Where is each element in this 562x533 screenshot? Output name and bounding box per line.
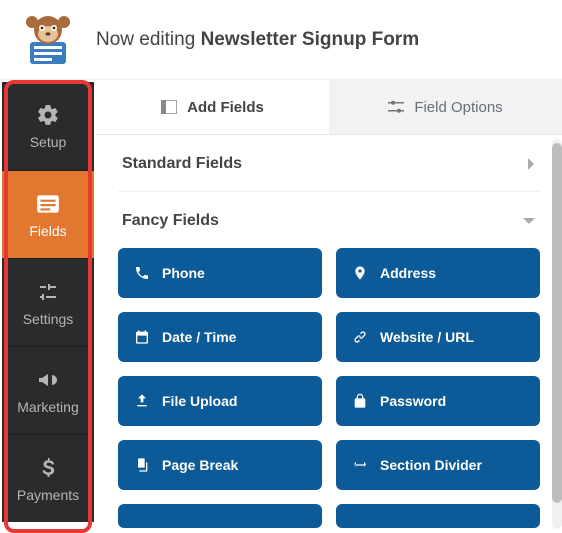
group-fancy-fields: Fancy Fields Phone Address bbox=[118, 192, 540, 533]
sliders-icon bbox=[35, 279, 61, 305]
field-partial-row[interactable] bbox=[336, 504, 540, 528]
app-window: Now editing Newsletter Signup Form Setup… bbox=[0, 0, 562, 533]
wpforms-mascot-icon bbox=[20, 14, 76, 66]
field-label: Section Divider bbox=[380, 457, 482, 473]
group-header-fancy[interactable]: Fancy Fields bbox=[118, 192, 540, 248]
form-fields-icon bbox=[35, 191, 61, 217]
sidebar-item-label: Setup bbox=[30, 134, 67, 150]
sidebar-item-marketing[interactable]: Marketing bbox=[2, 346, 94, 434]
fancy-fields-grid: Phone Address Date / Time Websit bbox=[118, 248, 540, 533]
scrollbar-thumb[interactable] bbox=[552, 143, 562, 503]
dollar-icon bbox=[35, 455, 61, 481]
megaphone-icon bbox=[35, 367, 61, 393]
sidebar-item-label: Marketing bbox=[17, 399, 78, 415]
lock-icon bbox=[352, 393, 368, 409]
phone-icon bbox=[134, 265, 150, 281]
sidebar-item-settings[interactable]: Settings bbox=[2, 258, 94, 346]
field-file-upload[interactable]: File Upload bbox=[118, 376, 322, 426]
group-header-standard[interactable]: Standard Fields bbox=[118, 135, 540, 191]
field-label: Date / Time bbox=[162, 329, 236, 345]
scrollbar-track[interactable] bbox=[552, 139, 562, 529]
field-section-divider[interactable]: Section Divider bbox=[336, 440, 540, 490]
group-standard-fields: Standard Fields bbox=[118, 135, 540, 192]
body: Setup Fields Settings bbox=[0, 80, 562, 533]
options-sliders-icon bbox=[388, 100, 404, 114]
main-panel: Add Fields Field Options Standard Fields bbox=[96, 80, 562, 533]
field-label: File Upload bbox=[162, 393, 237, 409]
sidebar-item-payments[interactable]: Payments bbox=[2, 434, 94, 522]
sidebar-item-label: Fields bbox=[29, 223, 66, 239]
field-address[interactable]: Address bbox=[336, 248, 540, 298]
tab-add-fields[interactable]: Add Fields bbox=[96, 80, 329, 134]
field-partial-row[interactable] bbox=[118, 504, 322, 528]
field-label: Phone bbox=[162, 265, 205, 281]
tab-field-options[interactable]: Field Options bbox=[329, 80, 562, 134]
field-phone[interactable]: Phone bbox=[118, 248, 322, 298]
field-label: Password bbox=[380, 393, 446, 409]
group-title: Fancy Fields bbox=[122, 212, 219, 230]
chevron-down-icon bbox=[522, 216, 536, 226]
divider-icon bbox=[352, 457, 368, 473]
tab-label: Field Options bbox=[414, 99, 502, 116]
page-title: Now editing Newsletter Signup Form bbox=[96, 29, 419, 51]
field-page-break[interactable]: Page Break bbox=[118, 440, 322, 490]
pin-icon bbox=[352, 265, 368, 281]
top-bar: Now editing Newsletter Signup Form bbox=[0, 0, 562, 80]
upload-icon bbox=[134, 393, 150, 409]
field-label: Page Break bbox=[162, 457, 238, 473]
sidebar-item-label: Settings bbox=[23, 311, 74, 327]
gear-icon bbox=[35, 102, 61, 128]
field-label: Address bbox=[380, 265, 436, 281]
sidebar-item-label: Payments bbox=[17, 487, 79, 503]
field-password[interactable]: Password bbox=[336, 376, 540, 426]
group-title: Standard Fields bbox=[122, 155, 242, 173]
fields-panel: Standard Fields Fancy Fields bbox=[96, 135, 562, 533]
tabs: Add Fields Field Options bbox=[96, 80, 562, 135]
field-website[interactable]: Website / URL bbox=[336, 312, 540, 362]
sidebar-item-fields[interactable]: Fields bbox=[2, 170, 94, 258]
tab-label: Add Fields bbox=[187, 99, 264, 116]
sidebar: Setup Fields Settings bbox=[2, 82, 94, 522]
chevron-right-icon bbox=[526, 157, 536, 171]
sidebar-item-setup[interactable]: Setup bbox=[2, 82, 94, 170]
field-label: Website / URL bbox=[380, 329, 474, 345]
link-icon bbox=[352, 329, 368, 345]
pages-icon bbox=[134, 457, 150, 473]
sidebar-highlight-wrap: Setup Fields Settings bbox=[0, 80, 96, 533]
panel-icon bbox=[161, 100, 177, 114]
calendar-icon bbox=[134, 329, 150, 345]
field-datetime[interactable]: Date / Time bbox=[118, 312, 322, 362]
brand-logo bbox=[0, 14, 96, 66]
